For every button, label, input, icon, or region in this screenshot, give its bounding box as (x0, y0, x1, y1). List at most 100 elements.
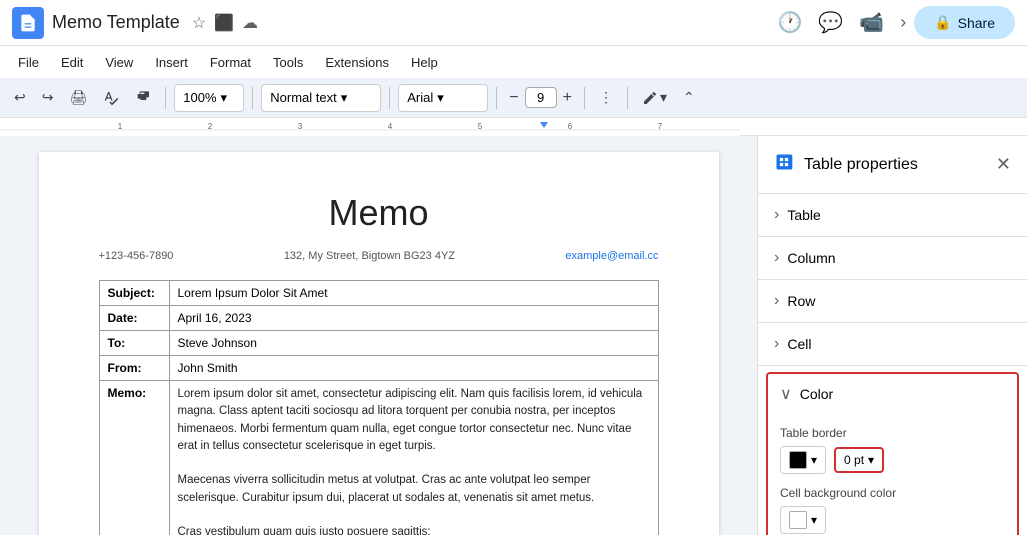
svg-text:3: 3 (298, 122, 303, 131)
text-style-dropdown[interactable]: Normal text ▾ (261, 84, 381, 112)
font-size-area: − + (505, 87, 576, 109)
cell-section-label: Cell (787, 336, 811, 352)
color-section-container: ∨ Color Table border ▾ 0 pt ▾ Cell backg… (766, 372, 1019, 535)
star-icon[interactable]: ☆ (192, 13, 206, 33)
memo-title: Memo (99, 192, 659, 234)
menu-view[interactable]: View (95, 51, 143, 74)
more-options-button[interactable]: ⋮ (593, 85, 619, 110)
subject-value: Lorem Ipsum Dolor Sit Amet (169, 281, 658, 306)
edit-pencil-button[interactable]: ▾ (636, 85, 673, 110)
spellcheck-button[interactable] (97, 86, 125, 110)
svg-text:7: 7 (658, 122, 663, 131)
bg-color-label: Cell background color (780, 486, 1005, 500)
table-properties-panel: Table properties ✕ › Table › Column › Ro… (757, 136, 1027, 535)
svg-text:5: 5 (478, 122, 483, 131)
contact-phone: +123-456-7890 (99, 250, 174, 262)
comment-icon[interactable]: 💬 (818, 10, 843, 35)
date-label: Date: (99, 306, 169, 331)
panel-title: Table properties (804, 156, 918, 174)
table-row: To: Steve Johnson (99, 331, 658, 356)
menu-insert[interactable]: Insert (145, 51, 198, 74)
toolbar: ↩ ↪ 🖨 100% ▾ Normal text ▾ Arial ▾ − + ⋮… (0, 78, 1027, 118)
color-section-label: Color (800, 386, 833, 402)
border-color-button[interactable]: ▾ (780, 446, 826, 474)
menu-format[interactable]: Format (200, 51, 261, 74)
history-icon[interactable]: 🕐 (777, 10, 802, 35)
meet-icon[interactable]: 📹 (859, 10, 884, 35)
from-label: From: (99, 356, 169, 381)
table-row: From: John Smith (99, 356, 658, 381)
to-value: Steve Johnson (169, 331, 658, 356)
menu-edit[interactable]: Edit (51, 51, 93, 74)
ruler: 1 2 3 4 5 6 7 (0, 118, 1027, 136)
menu-help[interactable]: Help (401, 51, 448, 74)
memo-contact-row: +123-456-7890 132, My Street, Bigtown BG… (99, 250, 659, 266)
decrease-font-button[interactable]: − (505, 87, 522, 109)
top-bar: Memo Template ☆ ⬛ ☁ 🕐 💬 📹 › 🔒 Share (0, 0, 1027, 46)
font-size-input[interactable] (525, 87, 557, 108)
table-section-label: Table (787, 207, 820, 223)
date-value: April 16, 2023 (169, 306, 658, 331)
collapse-toolbar-button[interactable]: ⌃ (677, 85, 701, 110)
border-size-value: 0 pt (844, 453, 864, 467)
bg-color-button[interactable]: ▾ (780, 506, 826, 534)
color-content: Table border ▾ 0 pt ▾ Cell background co… (768, 426, 1017, 535)
row-chevron-right-icon: › (774, 292, 779, 310)
column-chevron-right-icon: › (774, 249, 779, 267)
menu-bar: File Edit View Insert Format Tools Exten… (0, 46, 1027, 78)
row-section: › Row (758, 280, 1027, 323)
svg-text:1: 1 (118, 122, 123, 131)
row-section-label: Row (787, 293, 815, 309)
table-row: Date: April 16, 2023 (99, 306, 658, 331)
table-row: Subject: Lorem Ipsum Dolor Sit Amet (99, 281, 658, 306)
column-section-header[interactable]: › Column (758, 237, 1027, 279)
memo-body: Lorem ipsum dolor sit amet, consectetur … (178, 386, 650, 535)
table-row: Memo: Lorem ipsum dolor sit amet, consec… (99, 381, 658, 535)
cell-section: › Cell (758, 323, 1027, 366)
menu-tools[interactable]: Tools (263, 51, 313, 74)
svg-text:4: 4 (388, 122, 393, 131)
border-controls: ▾ 0 pt ▾ (780, 446, 1005, 474)
drive-icon[interactable]: ⬛ (214, 13, 234, 33)
border-size-dropdown[interactable]: 0 pt ▾ (834, 447, 884, 473)
color-section-header[interactable]: ∨ Color (768, 374, 1017, 414)
table-chevron-right-icon: › (774, 206, 779, 224)
paint-format-button[interactable] (129, 86, 157, 110)
cloud-icon[interactable]: ☁ (242, 13, 258, 33)
border-size-chevron-icon: ▾ (868, 453, 874, 467)
border-label: Table border (780, 426, 1005, 440)
share-button[interactable]: 🔒 Share (914, 6, 1015, 39)
svg-text:2: 2 (208, 122, 213, 131)
document-title: Memo Template (52, 12, 180, 33)
color-chevron-down-icon: ∨ (780, 384, 792, 404)
cell-section-header[interactable]: › Cell (758, 323, 1027, 365)
table-section-header[interactable]: › Table (758, 194, 1027, 236)
border-color-chevron-icon: ▾ (811, 453, 817, 467)
row-section-header[interactable]: › Row (758, 280, 1027, 322)
document-area: Memo +123-456-7890 132, My Street, Bigto… (0, 136, 757, 535)
undo-button[interactable]: ↩ (8, 85, 32, 110)
menu-file[interactable]: File (8, 51, 49, 74)
menu-extensions[interactable]: Extensions (315, 51, 399, 74)
zoom-chevron-icon: ▾ (221, 90, 228, 106)
font-dropdown[interactable]: Arial ▾ (398, 84, 488, 112)
print-button[interactable]: 🖨 (63, 85, 93, 110)
top-right-icons: 🕐 💬 📹 › (777, 10, 906, 35)
main-content: Memo +123-456-7890 132, My Street, Bigto… (0, 136, 1027, 535)
bg-color-chevron-icon: ▾ (811, 513, 817, 527)
border-color-swatch (789, 451, 807, 469)
contact-email: example@email.cc (565, 250, 658, 262)
title-icons: ☆ ⬛ ☁ (192, 13, 258, 33)
contact-address: 132, My Street, Bigtown BG23 4YZ (284, 250, 455, 262)
bg-color-swatch (789, 511, 807, 529)
style-chevron-icon: ▾ (341, 90, 348, 106)
zoom-dropdown[interactable]: 100% ▾ (174, 84, 244, 112)
increase-font-button[interactable]: + (559, 87, 576, 109)
cell-chevron-right-icon: › (774, 335, 779, 353)
column-section-label: Column (787, 250, 835, 266)
table-icon (774, 152, 794, 177)
redo-button[interactable]: ↪ (36, 85, 60, 110)
document-page: Memo +123-456-7890 132, My Street, Bigto… (39, 152, 719, 535)
panel-header: Table properties ✕ (758, 136, 1027, 194)
panel-close-button[interactable]: ✕ (996, 154, 1011, 175)
